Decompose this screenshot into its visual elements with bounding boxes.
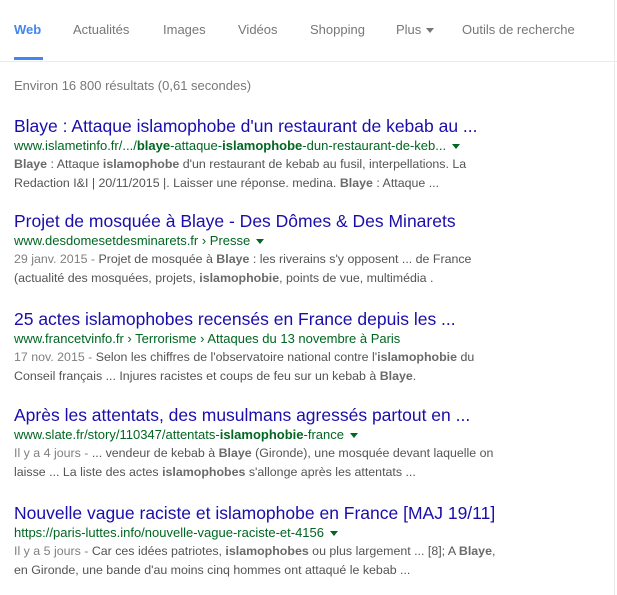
tab-search-tools[interactable]: Outils de recherche	[462, 22, 575, 37]
page-divider	[614, 0, 615, 595]
tab-actualites[interactable]: Actualités	[73, 22, 129, 37]
result-url: www.slate.fr/story/110347/attentats-isla…	[14, 426, 509, 444]
result-title-link[interactable]: Blaye : Attaque islamophobe d'un restaur…	[14, 116, 509, 136]
result-date: Il y a 4 jours -	[14, 446, 92, 460]
search-result: Blaye : Attaque islamophobe d'un restaur…	[14, 116, 509, 193]
result-snippet: Il y a 4 jours - ... vendeur de kebab à …	[14, 446, 494, 479]
dropdown-caret-icon	[426, 28, 435, 34]
tab-shopping-label: Shopping	[310, 22, 365, 37]
result-title-link[interactable]: 25 actes islamophobes recensés en France…	[14, 309, 509, 329]
result-snippet: 29 janv. 2015 - Projet de mosquée à Blay…	[14, 252, 472, 285]
result-date: 17 nov. 2015 -	[14, 350, 96, 364]
result-snippet: Blaye : Attaque islamophobe d'un restaur…	[14, 157, 467, 190]
result-url: www.islametinfo.fr/.../blaye-attaque-isl…	[14, 137, 509, 155]
tab-shopping[interactable]: Shopping	[310, 22, 365, 37]
tab-videos[interactable]: Vidéos	[238, 22, 278, 37]
result-title-link[interactable]: Nouvelle vague raciste et islamophobe en…	[14, 503, 509, 523]
search-result: Projet de mosquée à Blaye - Des Dômes & …	[14, 211, 509, 288]
tab-web[interactable]: Web	[14, 22, 41, 37]
result-url: www.desdomesetdesminarets.fr › Presse	[14, 232, 509, 250]
result-title-link[interactable]: Projet de mosquée à Blaye - Des Dômes & …	[14, 211, 509, 231]
result-date: 29 janv. 2015 -	[14, 252, 99, 266]
result-url: https://paris-luttes.info/nouvelle-vague…	[14, 524, 509, 542]
tab-images[interactable]: Images	[163, 22, 206, 37]
url-options-caret-icon[interactable]	[349, 433, 358, 439]
result-stats: Environ 16 800 résultats (0,61 secondes)	[14, 78, 252, 93]
url-options-caret-icon[interactable]	[330, 531, 338, 537]
result-title-link[interactable]: Après les attentats, des musulmans agres…	[14, 405, 509, 425]
active-tab-indicator	[14, 57, 43, 60]
tab-plus[interactable]: Plus	[396, 22, 435, 37]
result-url: www.francetvinfo.fr › Terrorisme › Attaq…	[14, 331, 401, 346]
search-result: Nouvelle vague raciste et islamophobe en…	[14, 503, 509, 580]
search-tabs: Web Actualités Images Vidéos Shopping Pl…	[0, 0, 617, 62]
result-snippet: 17 nov. 2015 - Selon les chiffres de l'o…	[14, 350, 475, 383]
url-options-caret-icon[interactable]	[452, 144, 461, 150]
result-date: Il y a 5 jours -	[14, 544, 92, 558]
search-result: 25 actes islamophobes recensés en France…	[14, 309, 509, 386]
url-options-caret-icon[interactable]	[256, 239, 265, 245]
search-result: Après les attentats, des musulmans agres…	[14, 405, 509, 482]
result-snippet: Il y a 5 jours - Car ces idées patriotes…	[14, 544, 496, 577]
tab-plus-label: Plus	[396, 22, 422, 37]
